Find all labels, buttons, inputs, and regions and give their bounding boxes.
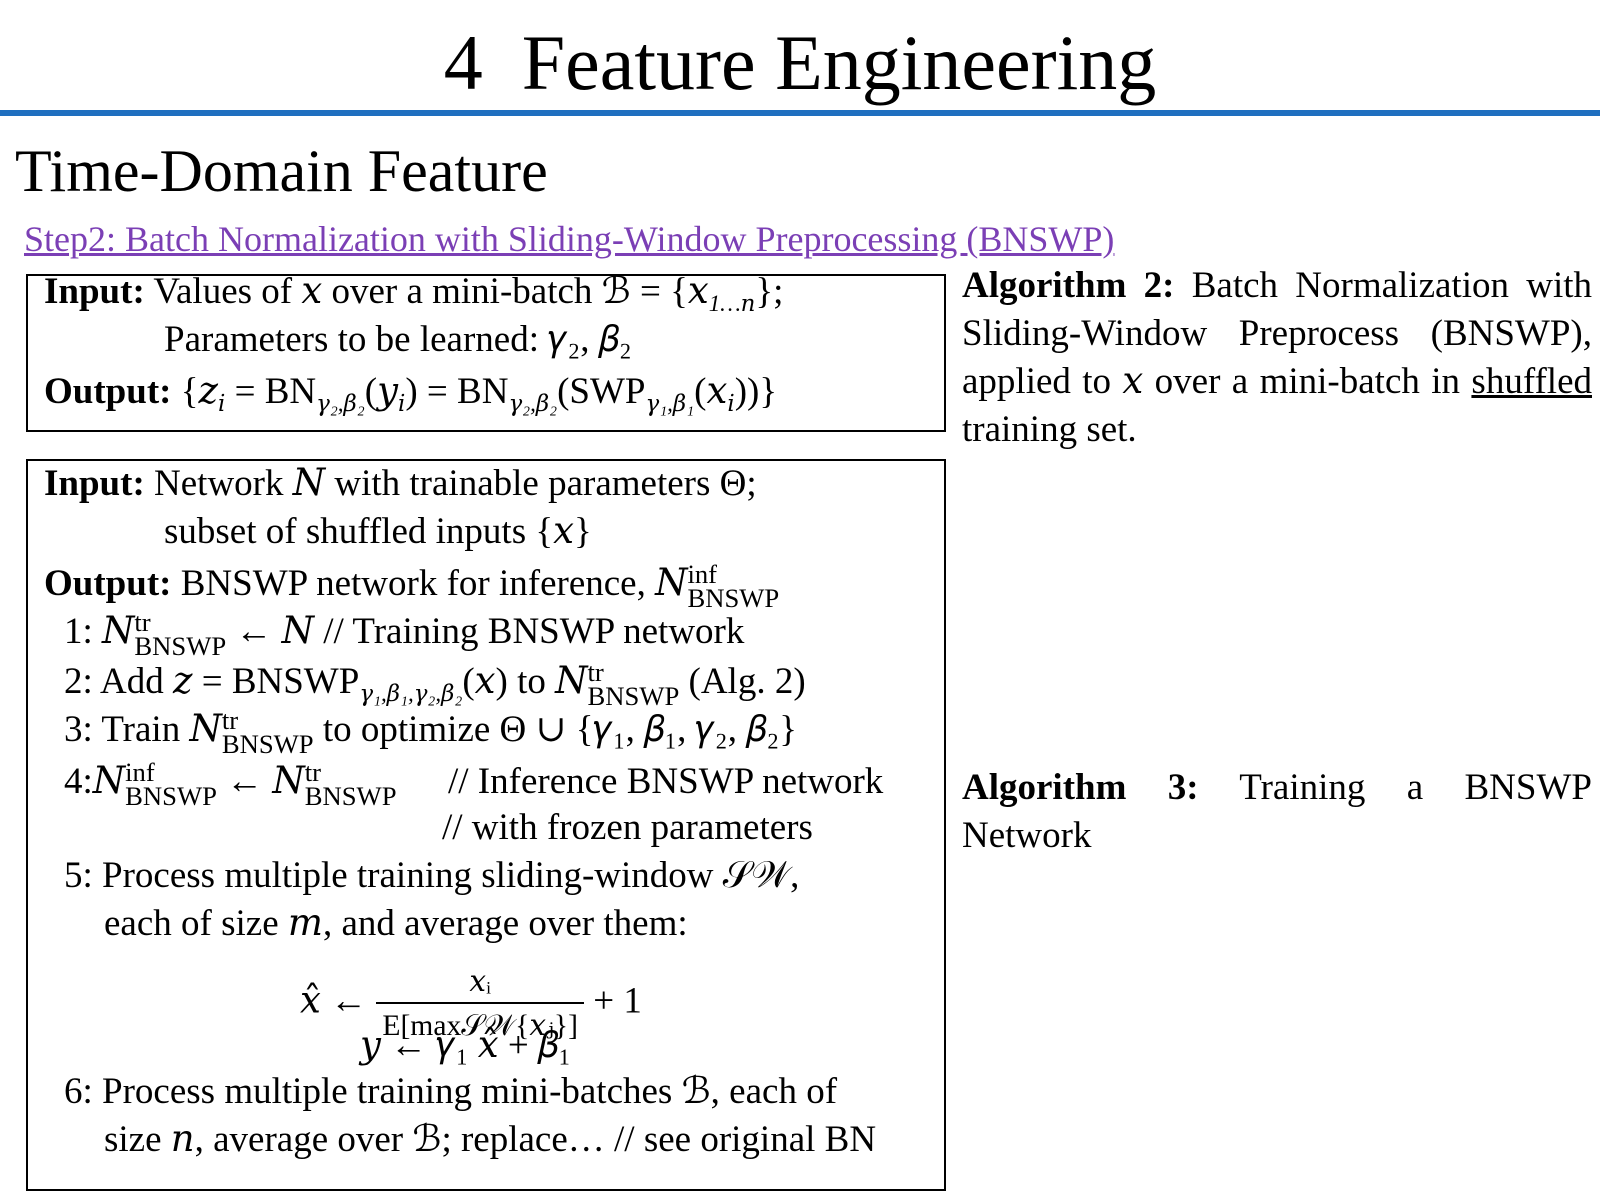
step-number: 3: — [64, 709, 93, 750]
eq-numerator: 𝑥ᵢ — [469, 966, 491, 998]
alg2-output-sub: 𝛾₂,𝛽₂ — [316, 391, 365, 417]
alg3-step-1: 1: 𝑁tr BNSWP ← 𝑁 // Training BNSWP networ… — [64, 609, 745, 661]
sub: BNSWP — [304, 780, 397, 811]
alg3-output-text: BNSWP network for inference, 𝑁 — [180, 563, 688, 604]
alg3-equation-2: 𝑦 ← 𝛾₁ 𝑥̂ + 𝛽₁ — [360, 1025, 571, 1066]
symbol-n: 𝑁 — [555, 661, 588, 702]
eq-tail: + 1 — [593, 980, 642, 1022]
alg2-caption-underlined: shuffled — [1471, 361, 1592, 402]
sub: BNSWP — [587, 680, 680, 711]
alg3-caption-label: Algorithm 3: — [962, 767, 1199, 808]
supsub: tr BNSWP — [134, 609, 227, 661]
section-heading: Time-Domain Feature — [15, 138, 548, 204]
step-number: 4: — [64, 761, 93, 802]
sub: BNSWP — [125, 780, 217, 811]
step-number: 2: — [64, 661, 93, 702]
symbol-n: 𝑁 — [92, 761, 126, 802]
alg3-input-line2: subset of shuffled inputs {𝑥} — [164, 511, 592, 552]
symbol-n: 𝑁 — [189, 709, 222, 750]
step-text: ← 𝑁 // Training BNSWP network — [226, 611, 745, 652]
alg2-input-text: Values of 𝑥 over a mini-batch ℬ = {𝑥 — [153, 271, 709, 312]
alg2-output-part: = BN — [225, 371, 317, 412]
sub: BNSWP — [134, 630, 227, 661]
alg3-step-4-comment: // Inference BNSWP network — [448, 761, 884, 802]
step-text: Process multiple training sliding-window… — [102, 855, 800, 896]
step-text: Add 𝑧 = BNSWP — [100, 661, 360, 702]
alg2-output-part: ))} — [734, 371, 778, 412]
alg3-step-4-comment2: // with frozen parameters — [442, 807, 813, 848]
step-text: Process multiple training mini-batches ℬ… — [102, 1071, 838, 1112]
eq-lhs: 𝑥̂ ← — [300, 980, 368, 1022]
alg3-output-line: Output: BNSWP network for inference, 𝑁in… — [44, 561, 780, 613]
step-text: Train — [101, 709, 190, 750]
alg2-input-label: Input: — [44, 271, 145, 312]
alg2-input-sub: 1…𝑛 — [708, 291, 756, 317]
alg2-output-part: ) = BN — [405, 371, 509, 412]
sub: BNSWP — [221, 728, 314, 759]
page-title: 4 Feature Engineering — [443, 19, 1157, 106]
alg3-step-4: 4:𝑁 inf BNSWP ← 𝑁tr BNSWP — [64, 759, 397, 811]
supsub: tr BNSWP — [587, 659, 680, 711]
alg2-output-line: Output: {𝑧𝑖 = BN𝛾₂,𝛽₂(𝑦𝑖) = BN𝛾₂,𝛽₂(SWP𝛾… — [44, 370, 777, 426]
title-divider — [0, 110, 1600, 116]
alg2-output-part: (𝑦 — [364, 371, 398, 412]
step-text: to optimize Θ ∪ {𝛾₁, 𝛽₁, 𝛾₂, 𝛽₂} — [313, 709, 797, 750]
alg2-caption-label: Algorithm 2: — [962, 265, 1175, 306]
alg3-step-5: 5: Process multiple training sliding-win… — [64, 854, 799, 898]
alg2-params-line: Parameters to be learned: 𝛾₂, 𝛽₂ — [164, 319, 632, 360]
alg3-step-6-line2: size 𝑛, average over ℬ; replace… // see … — [104, 1119, 877, 1160]
supsub: tr BNSWP — [221, 707, 314, 759]
step-text: (𝑥) to — [462, 661, 556, 702]
alg3-input-text: Network 𝑁 with trainable parameters Θ; — [154, 463, 757, 504]
alg2-caption-text-end: training set. — [962, 409, 1137, 450]
algorithm-3-caption: Algorithm 3: Training a BNSWP Network — [962, 764, 1592, 860]
alg3-step-3: 3: Train 𝑁tr BNSWP to optimize Θ ∪ {𝛾₁, 𝛽… — [64, 707, 797, 759]
step-number: 5: — [64, 855, 93, 896]
alg3-input-label: Input: — [44, 463, 145, 504]
sub: BNSWP — [687, 582, 780, 613]
alg2-output-part: (𝑥 — [694, 371, 728, 412]
step-text: ← — [216, 761, 273, 802]
alg3-step-5-line2: each of size 𝑚, and average over them: — [104, 903, 688, 944]
supsub: inf BNSWP — [125, 759, 217, 811]
alg2-output-sub: 𝑖 — [727, 391, 735, 417]
alg3-output-supsub: inf BNSWP — [687, 561, 780, 613]
alg3-output-label: Output: — [44, 563, 172, 604]
supsub: tr BNSWP — [304, 759, 397, 811]
alg2-output-part: {𝑧 — [180, 371, 218, 412]
alg2-input-end: }; — [755, 271, 784, 312]
step-number: 1: — [64, 611, 93, 652]
alg2-output-sub: 𝛾₁,𝛽₁ — [645, 391, 695, 417]
step-sub: 𝛾₁,𝛽₁,𝛾₂,𝛽₂ — [359, 681, 463, 707]
alg3-input-line: Input: Network 𝑁 with trainable paramete… — [44, 462, 757, 506]
algorithm-2-caption: Algorithm 2: Batch Normalization with Sl… — [962, 262, 1592, 454]
symbol-n: 𝑁 — [272, 761, 305, 802]
symbol-n: 𝑁 — [102, 611, 135, 652]
step2-link[interactable]: Step2: Batch Normalization with Sliding-… — [24, 218, 1114, 260]
alg2-output-sub: 𝛾₂,𝛽₂ — [508, 391, 558, 417]
step-text: (Alg. 2) — [679, 661, 806, 702]
alg2-output-part: (SWP — [557, 371, 646, 412]
step-number: 6: — [64, 1071, 93, 1112]
alg3-step-6: 6: Process multiple training mini-batche… — [64, 1070, 837, 1114]
alg2-output-label: Output: — [44, 371, 172, 412]
